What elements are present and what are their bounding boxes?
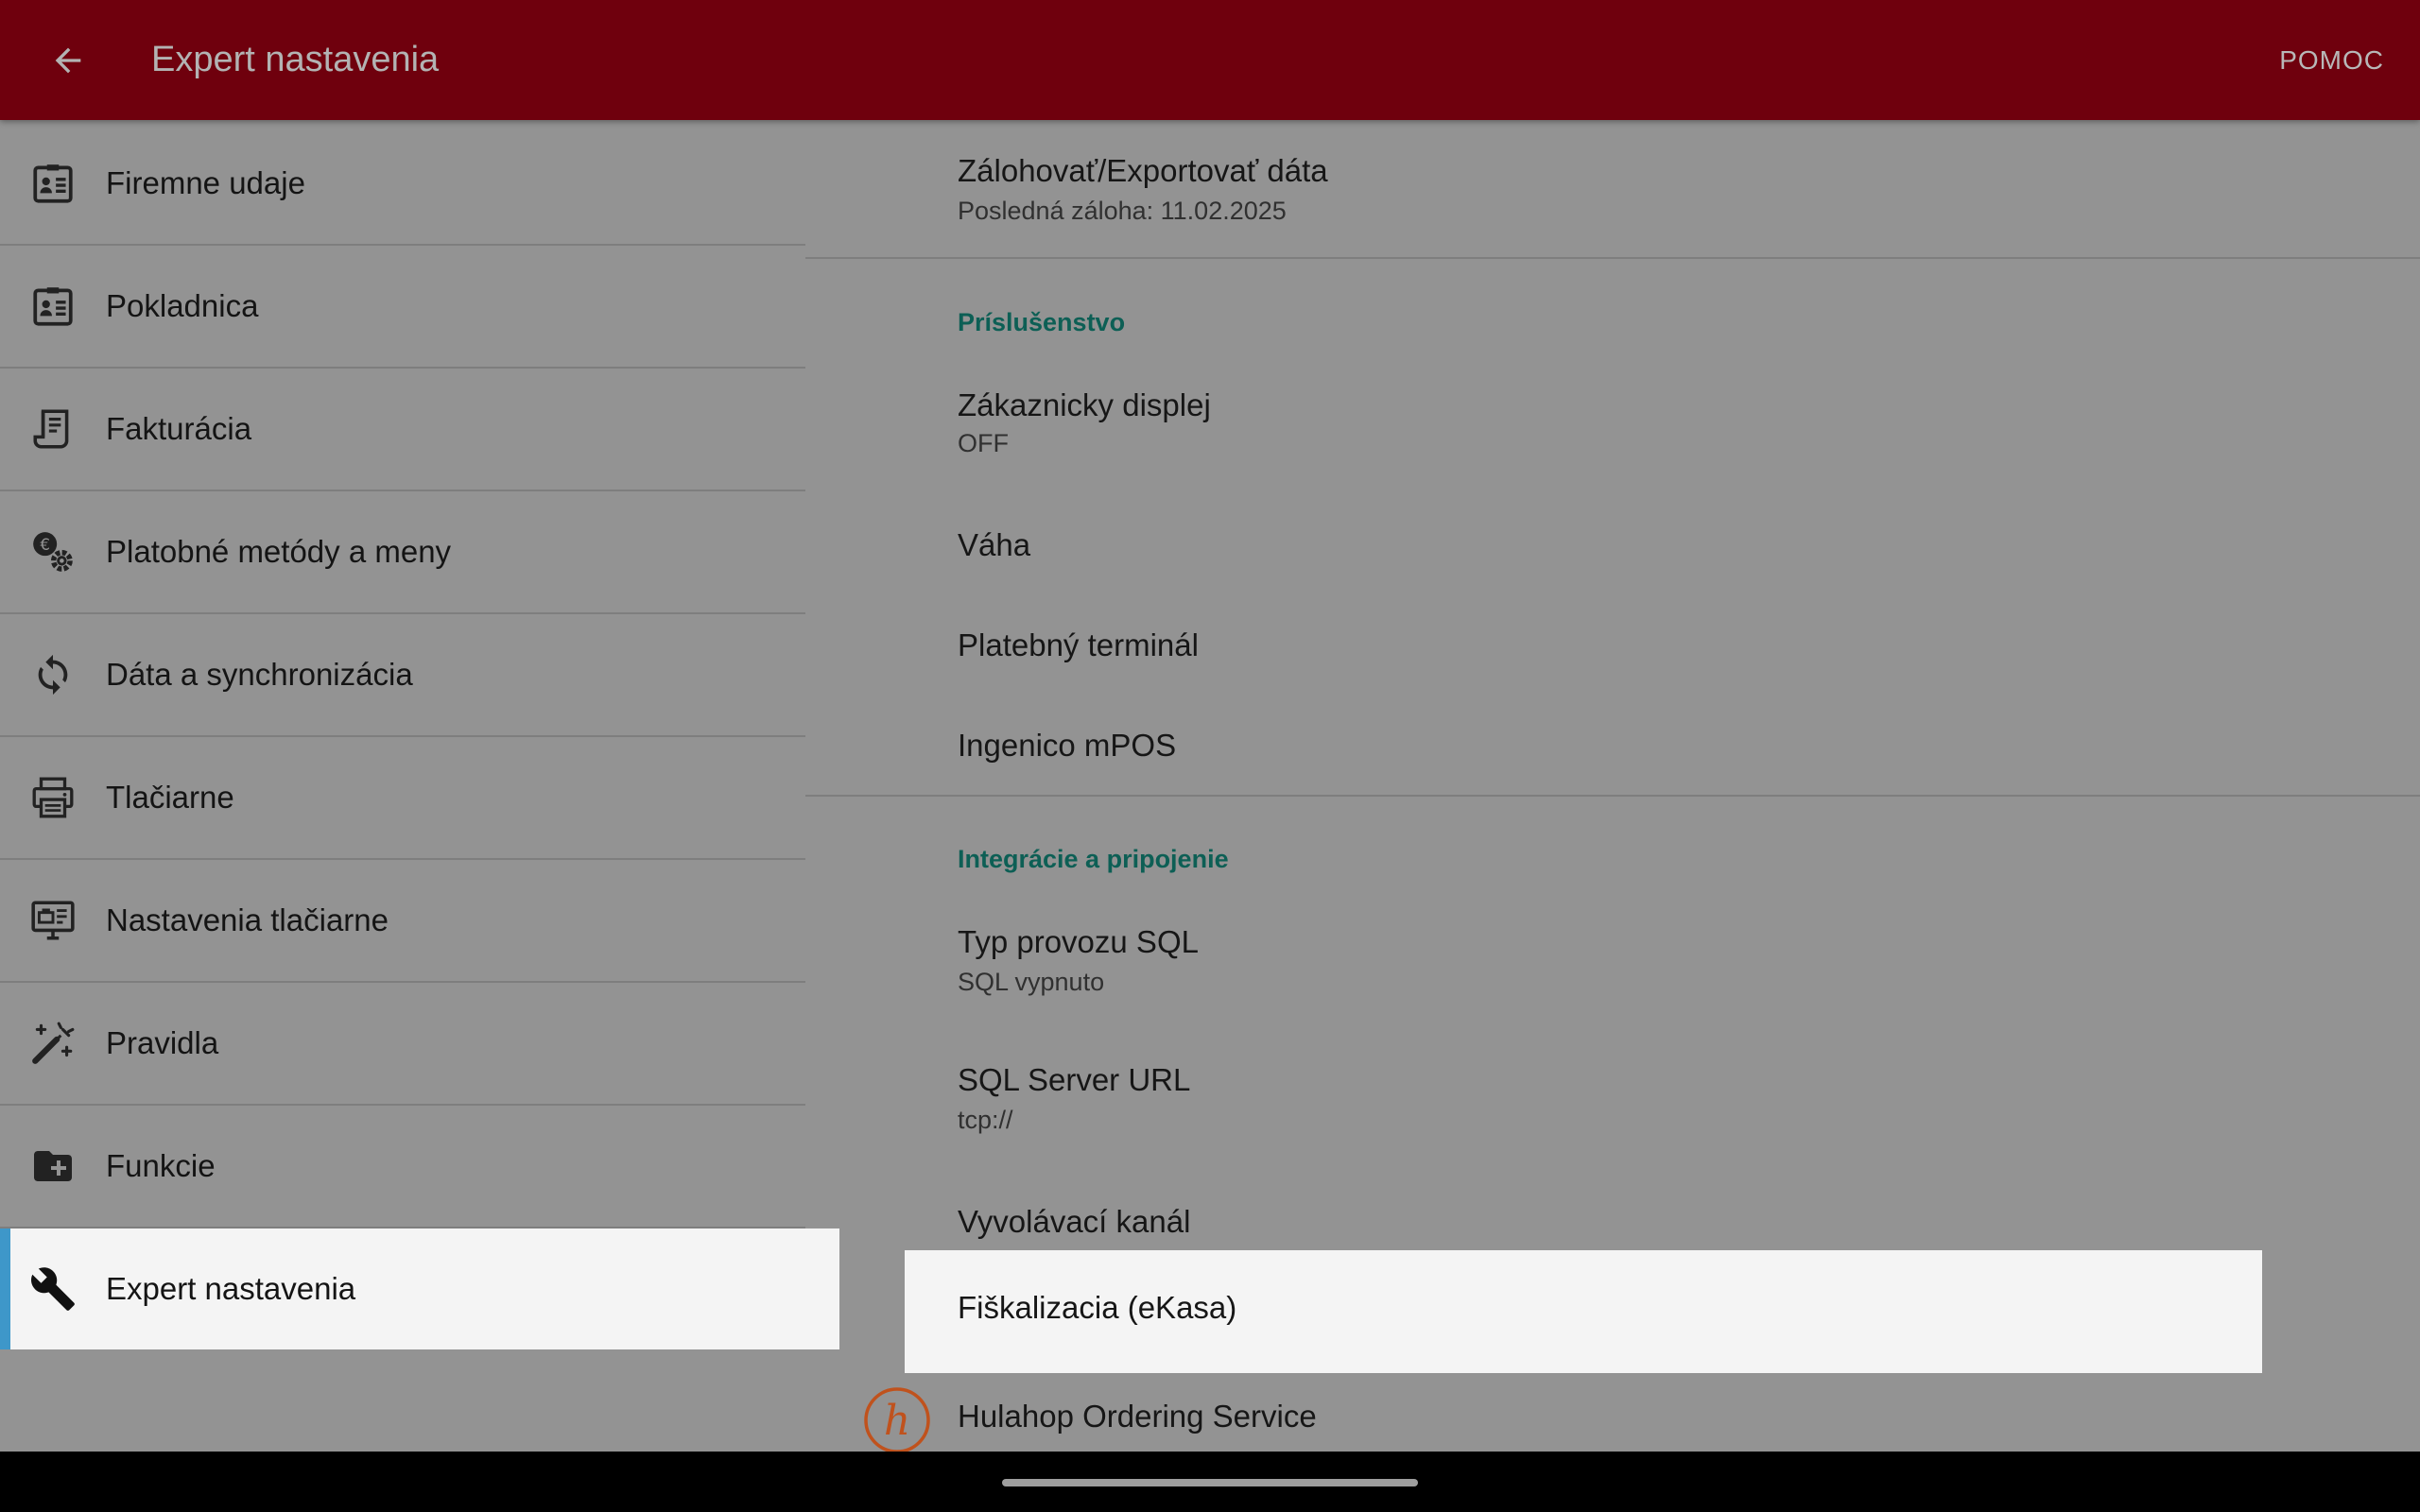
sidebar-item-pravidla[interactable]: Pravidla [0, 983, 805, 1106]
sidebar-item-label: Fakturácia [106, 411, 252, 446]
arrow-left-icon [55, 47, 81, 74]
settings-sidebar: Firemne udaje Pokladnica Fakturácia € Pl… [0, 123, 839, 1349]
pref-title: Vyvolávací kanál [958, 1204, 1191, 1239]
pref-title: Typ provozu SQL [958, 924, 1199, 959]
pref-title: Ingenico mPOS [958, 728, 1177, 763]
sidebar-item-label: Firemne udaje [106, 165, 305, 200]
sidebar-item-data-sync[interactable]: Dáta a synchronizácia [0, 614, 805, 737]
pref-title: Zálohovať/Exportovať dáta [958, 153, 1328, 188]
sidebar-item-label: Pokladnica [106, 288, 259, 323]
invoice-scroll-icon [26, 403, 79, 455]
pref-sql-server-url[interactable]: SQL Server URL tcp:// [805, 1032, 2420, 1151]
printer-icon [26, 771, 79, 824]
help-button[interactable]: POMOC [2279, 0, 2384, 120]
sidebar-item-funkcie[interactable]: Funkcie [0, 1106, 805, 1228]
page-title: Expert nastavenia [151, 40, 440, 79]
pref-payment-terminal[interactable]: Platebný terminál [805, 595, 2420, 694]
pref-title: Platebný terminál [958, 627, 1199, 662]
hulahop-logo-icon: h [863, 1386, 931, 1459]
company-card-icon [26, 280, 79, 333]
sidebar-item-firemne-udaje[interactable]: Firemne udaje [0, 123, 805, 246]
euro-gear-icon: € [26, 525, 79, 578]
printer-settings-icon [26, 894, 79, 947]
pref-customer-display[interactable]: Zákaznicky displej OFF [805, 357, 2420, 472]
sidebar-item-expert-nastavenia[interactable]: Expert nastavenia [0, 1228, 839, 1349]
pref-ingenico-mpos[interactable]: Ingenico mPOS [805, 696, 2420, 794]
folder-plus-icon [26, 1140, 79, 1193]
section-divider [805, 795, 2420, 797]
pref-hulahop-ordering[interactable]: Hulahop Ordering Service [958, 1399, 1317, 1435]
svg-text:€: € [40, 536, 50, 554]
pref-title: Váha [958, 527, 1031, 562]
sidebar-item-label: Nastavenia tlačiarne [106, 902, 389, 937]
category-header-accessories: Príslušenstvo [958, 308, 1126, 336]
back-button[interactable] [30, 26, 106, 94]
company-card-icon [26, 157, 79, 210]
sidebar-item-nastavenia-tlaciarne[interactable]: Nastavenia tlačiarne [0, 860, 805, 983]
pref-title: SQL Server URL [958, 1062, 1191, 1097]
sidebar-item-label: Tlačiarne [106, 780, 234, 815]
sidebar-item-label: Pravidla [106, 1025, 219, 1060]
svg-text:h: h [884, 1397, 910, 1445]
pref-summary: Posledná záloha: 11.02.2025 [958, 197, 1287, 225]
app-bar: Expert nastavenia POMOC [0, 0, 2420, 120]
gesture-handle[interactable] [1002, 1479, 1418, 1486]
category-header-integrations: Integrácie a pripojenie [958, 845, 1229, 873]
pref-summary: SQL vypnuto [958, 968, 1105, 996]
pref-fiscalization[interactable]: Fiškalizacia (eKasa) [905, 1250, 2262, 1373]
pref-summary: tcp:// [958, 1106, 1013, 1134]
sidebar-item-platobne-metody[interactable]: € Platobné metódy a meny [0, 491, 805, 614]
section-divider [805, 257, 2420, 259]
pref-scale[interactable]: Váha [805, 495, 2420, 593]
sidebar-item-label: Expert nastavenia [106, 1271, 356, 1306]
pref-backup-export[interactable]: Zálohovať/Exportovať dáta Posledná záloh… [805, 123, 2420, 258]
pref-sql-mode[interactable]: Typ provozu SQL SQL vypnuto [805, 894, 2420, 1013]
sidebar-item-label: Platobné metódy a meny [106, 534, 452, 569]
sync-icon [26, 648, 79, 701]
pref-title: Zákaznicky displej [958, 387, 1211, 422]
pref-title: Fiškalizacia (eKasa) [958, 1290, 1237, 1325]
pref-summary: OFF [958, 429, 1009, 457]
sidebar-item-label: Dáta a synchronizácia [106, 657, 413, 692]
magic-wand-icon [26, 1017, 79, 1070]
sidebar-item-tlaciarne[interactable]: Tlačiarne [0, 737, 805, 860]
sidebar-item-label: Funkcie [106, 1148, 216, 1183]
sidebar-item-pokladnica[interactable]: Pokladnica [0, 246, 805, 369]
sidebar-item-fakturacia[interactable]: Fakturácia [0, 369, 805, 491]
wrench-icon [26, 1263, 79, 1315]
